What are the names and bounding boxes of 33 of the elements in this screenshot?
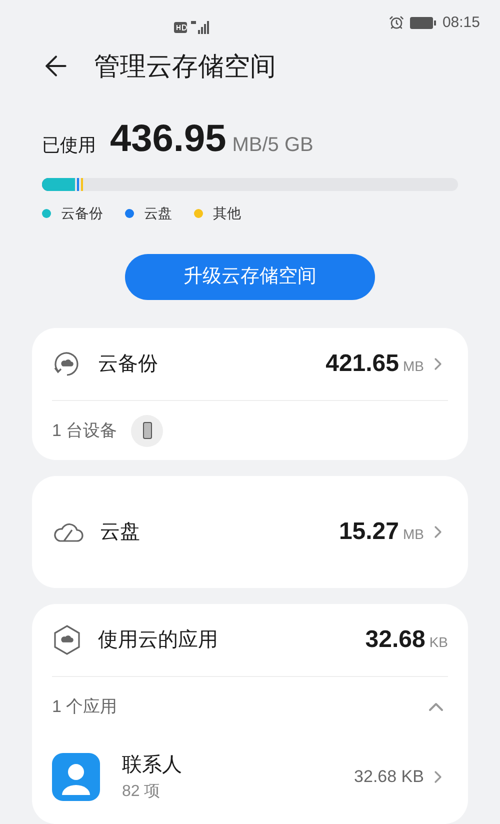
upgrade-button[interactable]: 升级云存储空间 bbox=[125, 254, 375, 300]
section-title: 云盘 bbox=[100, 520, 140, 545]
backup-card[interactable]: 云备份 421.65 MB 1 台设备 bbox=[32, 328, 468, 460]
size-unit: MB bbox=[403, 357, 424, 376]
page-title: 管理云存储空间 bbox=[94, 50, 276, 83]
used-total: MB/5 GB bbox=[232, 133, 314, 158]
battery-icon bbox=[410, 16, 436, 29]
size-unit: KB bbox=[429, 633, 448, 652]
alarm-icon bbox=[389, 15, 404, 30]
hd-icon bbox=[174, 22, 187, 32]
app-size: 32.68 KB bbox=[354, 766, 424, 788]
phone-icon bbox=[131, 414, 164, 446]
legend-label: 其他 bbox=[213, 204, 241, 223]
size-value: 421.65 bbox=[326, 349, 399, 379]
status-time: 08:15 bbox=[442, 12, 480, 33]
legend-label: 云盘 bbox=[144, 204, 172, 223]
signal-icon bbox=[190, 20, 212, 34]
app-name: 联系人 bbox=[122, 753, 182, 778]
size-unit: MB bbox=[403, 525, 424, 544]
drive-card[interactable]: 云盘 15.27 MB bbox=[32, 476, 468, 588]
legend-label: 云备份 bbox=[61, 204, 103, 223]
section-title: 使用云的应用 bbox=[98, 628, 218, 653]
contacts-app-icon bbox=[52, 753, 100, 801]
size-value: 15.27 bbox=[338, 517, 399, 547]
device-count: 1 台设备 bbox=[52, 420, 118, 442]
used-amount: 436.95 bbox=[110, 117, 226, 162]
cloud-apps-icon bbox=[52, 624, 82, 656]
app-row[interactable]: 联系人 82 项 32.68 KB bbox=[52, 750, 448, 804]
app-count: 1 个应用 bbox=[52, 696, 118, 718]
section-title: 云备份 bbox=[98, 352, 158, 377]
used-label: 已使用 bbox=[42, 134, 96, 157]
app-detail: 82 项 bbox=[122, 782, 162, 802]
size-value: 32.68 bbox=[365, 625, 426, 655]
